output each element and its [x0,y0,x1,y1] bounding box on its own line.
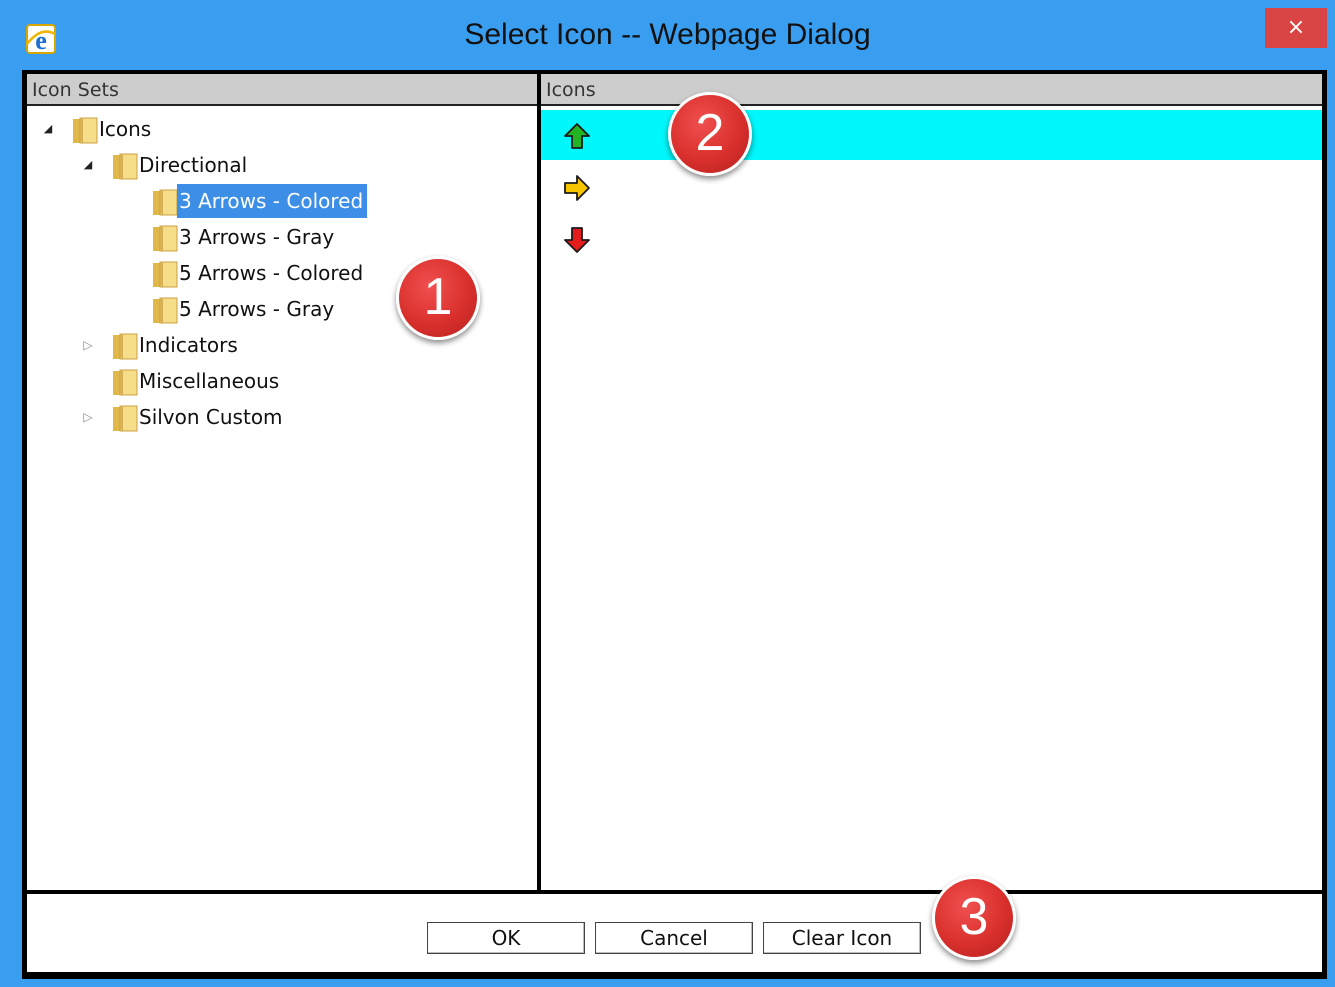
title-bar[interactable]: e Select Icon -- Webpage Dialog × [0,0,1335,70]
dialog-window: e Select Icon -- Webpage Dialog × Icon S… [0,0,1335,987]
tree-item[interactable]: 3 Arrows - Colored [27,184,537,218]
tree-expand-icon[interactable]: ▷ [81,400,95,434]
tree-item-label: Directional [139,153,248,177]
button-bar: OK Cancel Clear Icon [27,894,1322,972]
tree-item[interactable]: ◢ Icons [27,112,537,146]
tree-item[interactable]: 3 Arrows - Gray [27,220,537,254]
tree-item-label: Icons [99,117,152,141]
clear-icon-button[interactable]: Clear Icon [763,922,921,954]
folder-icon [73,117,98,144]
icons-pane: Icons [541,74,1322,890]
tree-item-label: 3 Arrows - Gray [179,225,335,249]
folder-icon [153,189,178,216]
icon-sets-header: Icon Sets [27,74,537,106]
tree-item-label: Indicators [139,333,238,357]
tree-collapse-icon[interactable]: ◢ [41,112,55,146]
tree-item-label: Miscellaneous [139,369,280,393]
callout-badge-3: 3 [932,876,1016,960]
tree-item[interactable]: Miscellaneous [27,364,537,398]
callout-badge-2: 2 [668,92,752,176]
cancel-button[interactable]: Cancel [595,922,753,954]
folder-icon [153,225,178,252]
icon-sets-pane: Icon Sets ◢ Icons ◢ Directional 3 Arrows - C… [27,74,537,890]
folder-icon [113,333,138,360]
tree-item-label: Silvon Custom [139,405,283,429]
tree-item-label: 5 Arrows - Gray [179,297,335,321]
tree-item-label: 5 Arrows - Colored [179,261,364,285]
folder-icon [153,261,178,288]
close-button[interactable]: × [1265,8,1327,48]
folder-icon [113,369,138,396]
window-title: Select Icon -- Webpage Dialog [464,18,871,51]
folder-icon [153,297,178,324]
tree-item[interactable]: ▷ Silvon Custom [27,400,537,434]
tree-expand-icon[interactable]: ▷ [81,328,95,362]
yellow-right-arrow-icon [564,175,590,201]
green-up-arrow-icon [564,123,590,149]
folder-icon [113,153,138,180]
ok-button[interactable]: OK [427,922,585,954]
icon-list-item[interactable] [541,162,1322,212]
tree-item-label: 3 Arrows - Colored [177,184,368,218]
folder-icon [113,405,138,432]
tree-collapse-icon[interactable]: ◢ [81,148,95,182]
icon-list-item[interactable] [541,214,1322,264]
tree-item[interactable]: ◢ Directional [27,148,537,182]
callout-badge-1: 1 [396,256,480,340]
icon-list-item[interactable] [541,110,1322,160]
icons-header: Icons [541,74,1322,106]
red-down-arrow-icon [564,227,590,253]
